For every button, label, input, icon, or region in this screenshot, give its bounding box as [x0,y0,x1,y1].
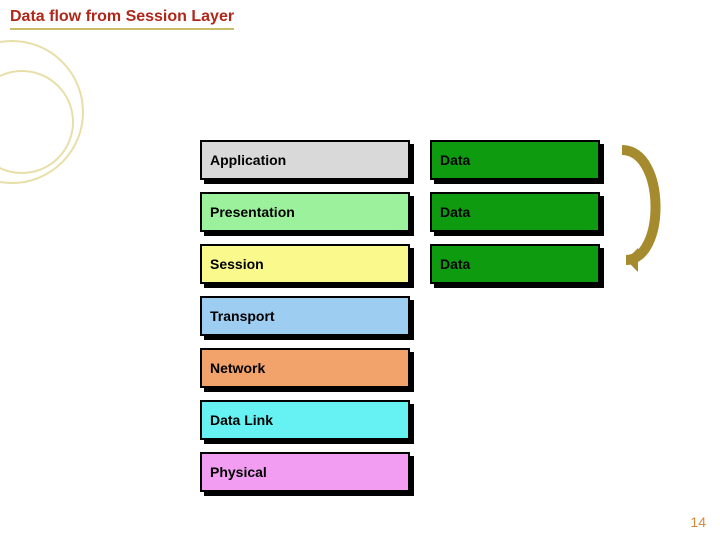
layer-presentation: Presentation [200,192,410,232]
layer-data-link: Data Link [200,400,410,440]
pdu-box-1: Data [430,192,600,232]
pdu-box-0: Data [430,140,600,180]
slide-title: Data flow from Session Layer [10,8,234,30]
layer-network: Network [200,348,410,388]
layer-session: Session [200,244,410,284]
layer-physical: Physical [200,452,410,492]
flow-arrow [616,140,672,280]
page-number: 14 [690,514,706,530]
layer-application: Application [200,140,410,180]
layer-transport: Transport [200,296,410,336]
pdu-box-2: Data [430,244,600,284]
